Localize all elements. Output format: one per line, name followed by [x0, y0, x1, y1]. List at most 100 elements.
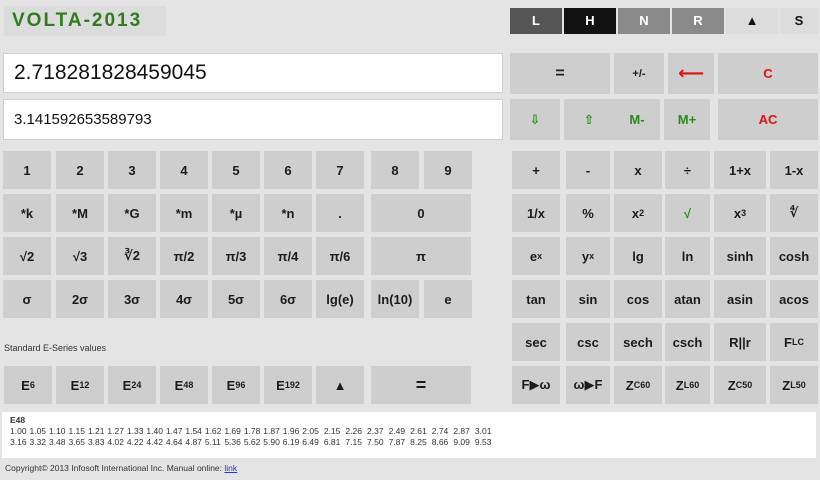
- key-2[interactable]: 2: [56, 151, 104, 189]
- key-one-minus-x[interactable]: 1-x: [770, 151, 818, 189]
- key-giga[interactable]: *G: [108, 194, 156, 232]
- key-sin[interactable]: sin: [566, 280, 610, 318]
- key-5[interactable]: 5: [212, 151, 260, 189]
- key-power[interactable]: yx: [566, 237, 610, 275]
- key-ln-10[interactable]: ln(10): [371, 280, 419, 318]
- key-cosh[interactable]: cosh: [770, 237, 818, 275]
- key-5sigma[interactable]: 5σ: [212, 280, 260, 318]
- key-sigma[interactable]: σ: [3, 280, 51, 318]
- key-square[interactable]: x2: [614, 194, 662, 232]
- key-pi[interactable]: π: [371, 237, 471, 275]
- eseries-value: 8.66: [431, 437, 449, 447]
- mode-button-up[interactable]: ▲: [726, 8, 778, 34]
- eseries-up-button[interactable]: ▲: [316, 366, 364, 404]
- eseries-button-e96[interactable]: E 96: [212, 366, 260, 404]
- key-7[interactable]: 7: [316, 151, 364, 189]
- key-cube[interactable]: x3: [714, 194, 766, 232]
- key-micro[interactable]: *µ: [212, 194, 260, 232]
- key-freq-to-omega[interactable]: F▶ω: [512, 366, 560, 404]
- key-6[interactable]: 6: [264, 151, 312, 189]
- backspace-button[interactable]: ⟵: [668, 53, 714, 94]
- eseries-value: 8.25: [410, 437, 427, 447]
- key-3[interactable]: 3: [108, 151, 156, 189]
- eseries-equals-button[interactable]: =: [371, 366, 471, 404]
- key-pi-over-4-label: π/4: [277, 248, 299, 264]
- key-percent[interactable]: %: [566, 194, 610, 232]
- key-lg-e[interactable]: lg(e): [316, 280, 364, 318]
- key-tan[interactable]: tan: [512, 280, 560, 318]
- key-3sigma[interactable]: 3σ: [108, 280, 156, 318]
- all-clear-button[interactable]: AC: [718, 99, 818, 140]
- key-add[interactable]: +: [512, 151, 560, 189]
- key-lg[interactable]: lg: [614, 237, 662, 275]
- key-parallel[interactable]: R||r: [714, 323, 766, 361]
- key-acos[interactable]: acos: [770, 280, 818, 318]
- key-ln[interactable]: ln: [665, 237, 710, 275]
- key-atan[interactable]: atan: [665, 280, 710, 318]
- key-pi-over-2[interactable]: π/2: [160, 237, 208, 275]
- key-divide[interactable]: ÷: [665, 151, 710, 189]
- key-add-label: +: [532, 162, 540, 178]
- key-one-plus-x[interactable]: 1+x: [714, 151, 766, 189]
- equals-button[interactable]: =: [510, 53, 610, 94]
- manual-link[interactable]: link: [224, 463, 237, 473]
- eseries-button-e24[interactable]: E 24: [108, 366, 156, 404]
- key-zl-60[interactable]: Z L 60: [665, 366, 710, 404]
- key-zc-60[interactable]: Z C 60: [614, 366, 662, 404]
- down-arrow-button[interactable]: ⇩: [510, 99, 560, 140]
- mode-button-h[interactable]: H: [564, 8, 616, 34]
- key-asin[interactable]: asin: [714, 280, 766, 318]
- key-4sigma[interactable]: 4σ: [160, 280, 208, 318]
- memory-plus-button[interactable]: M+: [664, 99, 710, 140]
- key-8[interactable]: 8: [371, 151, 419, 189]
- key-9[interactable]: 9: [424, 151, 472, 189]
- clear-button[interactable]: C: [718, 53, 818, 94]
- up-arrow-button[interactable]: ⇧: [564, 99, 614, 140]
- mode-button-l[interactable]: L: [510, 8, 562, 34]
- key-pi-over-3[interactable]: π/3: [212, 237, 260, 275]
- key-csc-label: csc: [577, 334, 599, 350]
- mode-button-n[interactable]: N: [618, 8, 670, 34]
- eseries-button-e48[interactable]: E 48: [160, 366, 208, 404]
- key-fourth-root[interactable]: ∜: [770, 194, 818, 232]
- key-sec[interactable]: sec: [512, 323, 560, 361]
- memory-minus-button[interactable]: M-: [614, 99, 660, 140]
- key-omega-to-freq[interactable]: ω▶F: [566, 366, 610, 404]
- key-4[interactable]: 4: [160, 151, 208, 189]
- eseries-button-e192[interactable]: E 192: [264, 366, 312, 404]
- key-sinh[interactable]: sinh: [714, 237, 766, 275]
- key-sqrt2[interactable]: √2: [3, 237, 51, 275]
- key-6sigma[interactable]: 6σ: [264, 280, 312, 318]
- key-mega[interactable]: *M: [56, 194, 104, 232]
- key-milli[interactable]: *m: [160, 194, 208, 232]
- key-cbrt2[interactable]: ∛2: [108, 237, 156, 275]
- key-2sigma[interactable]: 2σ: [56, 280, 104, 318]
- key-csch[interactable]: csch: [665, 323, 710, 361]
- key-pi-over-6[interactable]: π/6: [316, 237, 364, 275]
- key-exp[interactable]: ex: [512, 237, 560, 275]
- negate-button[interactable]: +/-: [614, 53, 664, 94]
- key-zc-50[interactable]: Z C 50: [714, 366, 766, 404]
- eseries-value: 7.87: [388, 437, 406, 447]
- key-cos[interactable]: cos: [614, 280, 662, 318]
- key-sech[interactable]: sech: [614, 323, 662, 361]
- key-1[interactable]: 1: [3, 151, 51, 189]
- key-e[interactable]: e: [424, 280, 472, 318]
- key-sqrt[interactable]: √: [665, 194, 710, 232]
- key-reciprocal[interactable]: 1/x: [512, 194, 560, 232]
- key-zl-50[interactable]: Z L 50: [770, 366, 818, 404]
- key-csc[interactable]: csc: [566, 323, 610, 361]
- key-subtract[interactable]: -: [566, 151, 610, 189]
- key-sqrt3[interactable]: √3: [56, 237, 104, 275]
- eseries-button-e12[interactable]: E 12: [56, 366, 104, 404]
- eseries-button-e6[interactable]: E6: [4, 366, 52, 404]
- key-f-lc[interactable]: F LC: [770, 323, 818, 361]
- key-decimal[interactable]: .: [316, 194, 364, 232]
- key-nano[interactable]: *n: [264, 194, 312, 232]
- mode-button-r[interactable]: R: [672, 8, 724, 34]
- key-pi-over-4[interactable]: π/4: [264, 237, 312, 275]
- mode-button-s[interactable]: S: [780, 8, 818, 34]
- key-0[interactable]: 0: [371, 194, 471, 232]
- key-kilo[interactable]: *k: [3, 194, 51, 232]
- key-multiply[interactable]: x: [614, 151, 662, 189]
